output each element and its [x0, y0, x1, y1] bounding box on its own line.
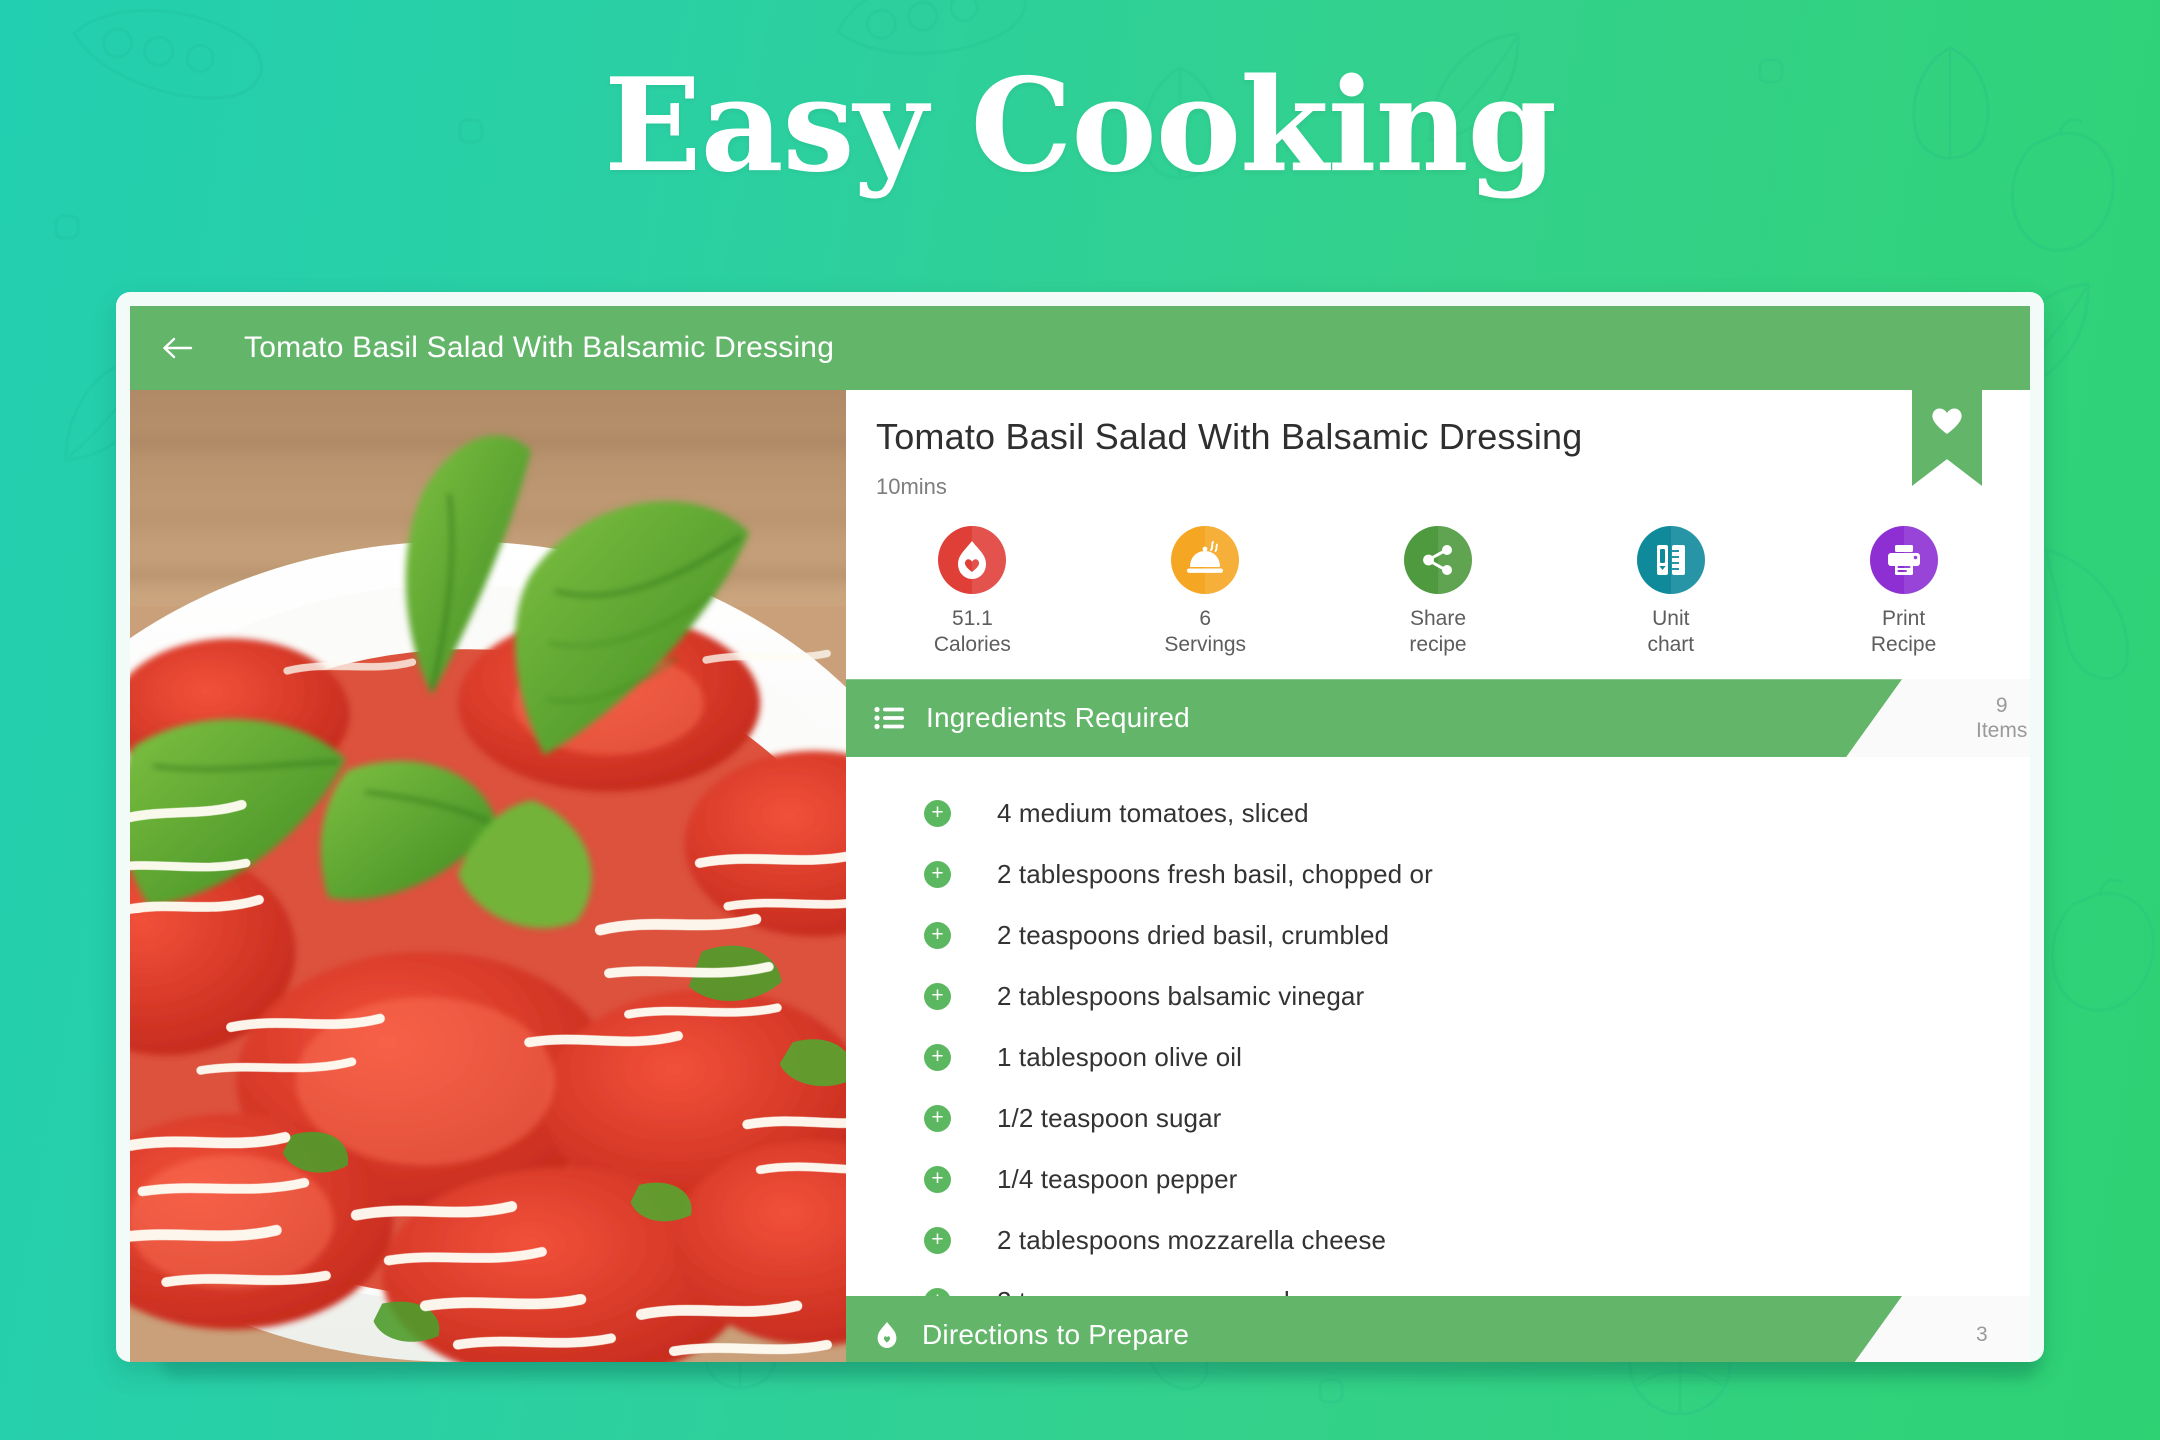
ingredient-row[interactable]: + 2 tablespoons balsamic vinegar: [846, 966, 2030, 1027]
ingredients-count-number: 9: [1995, 693, 2008, 717]
directions-banner-shape: Directions to Prepare: [846, 1296, 1902, 1362]
ingredient-text: 2 tablespoons mozzarella cheese: [997, 1225, 1386, 1256]
ingredient-row[interactable]: + 4 medium tomatoes, sliced: [846, 783, 2030, 844]
heart-icon: [1932, 408, 1962, 434]
ruler-icon: [1656, 545, 1685, 575]
app-screen: Tomato Basil Salad With Balsamic Dressin…: [130, 306, 2030, 1362]
stat-print[interactable]: Print Recipe: [1787, 526, 2020, 657]
ingredients-section-banner[interactable]: Ingredients Required 9 Items: [846, 679, 2030, 758]
ingredient-text: 2 tablespoons balsamic vinegar: [997, 981, 1365, 1012]
plus-icon[interactable]: +: [924, 983, 951, 1011]
ruler-icon-wrap: [1636, 526, 1705, 594]
app-bar: Tomato Basil Salad With Balsamic Dressin…: [130, 306, 2030, 390]
ingredient-row[interactable]: + 1/2 teaspoon sugar: [846, 1088, 2030, 1149]
recipe-title: Tomato Basil Salad With Balsamic Dressin…: [876, 416, 1583, 457]
plus-icon[interactable]: +: [924, 922, 951, 950]
ingredient-text: 1/2 teaspoon sugar: [997, 1103, 1222, 1134]
recipe-photo: [130, 390, 846, 1362]
flame-heart-icon-wrap: [938, 526, 1007, 594]
ingredient-text: 2 teaspoons dried basil, crumbled: [997, 920, 1390, 951]
stat-share-value: Share: [1409, 607, 1467, 630]
plus-icon[interactable]: +: [924, 1105, 951, 1133]
stat-share[interactable]: Share recipe: [1322, 526, 1555, 657]
recipe-detail-pane: Tomato Basil Salad With Balsamic Dressin…: [846, 390, 2030, 1362]
recipe-time: 10mins: [876, 474, 947, 499]
ingredient-list: + 4 medium tomatoes, sliced + 2 tablespo…: [846, 757, 2030, 1332]
back-button[interactable]: [156, 326, 200, 370]
stat-print-value: Print: [1881, 607, 1926, 630]
directions-banner-title: Directions to Prepare: [922, 1319, 1190, 1350]
recipe-photo-illustration: [130, 390, 846, 1362]
flame-icon: [874, 1321, 900, 1349]
app-bar-title: Tomato Basil Salad With Balsamic Dressin…: [244, 331, 835, 364]
recipe-header: Tomato Basil Salad With Balsamic Dressin…: [846, 390, 2030, 500]
stat-share-label: recipe: [1409, 632, 1467, 656]
directions-count: 3: [1976, 1296, 1988, 1362]
plus-icon[interactable]: +: [924, 861, 951, 889]
favorite-ribbon-button[interactable]: [1912, 390, 1982, 486]
stat-unit-chart-label: chart: [1647, 632, 1695, 656]
stat-calories[interactable]: 51.1 Calories: [856, 526, 1089, 657]
ingredient-text: 1/4 teaspoon pepper: [997, 1164, 1238, 1195]
directions-section-banner[interactable]: Directions to Prepare 3: [846, 1296, 2030, 1362]
directions-count-number: 3: [1976, 1323, 1988, 1347]
device-frame: Tomato Basil Salad With Balsamic Dressin…: [116, 292, 2044, 1362]
ingredient-row[interactable]: + 1/4 teaspoon pepper: [846, 1149, 2030, 1210]
flame-heart-icon: [958, 541, 987, 579]
stat-print-label: Recipe: [1870, 632, 1937, 656]
ingredients-banner-title: Ingredients Required: [926, 702, 1190, 734]
stat-servings-label: Servings: [1164, 632, 1247, 656]
stat-unit-chart-value: Unit: [1652, 607, 1690, 630]
list-icon: [874, 706, 904, 730]
plus-icon[interactable]: +: [924, 800, 951, 828]
ingredient-text: 4 medium tomatoes, sliced: [997, 798, 1309, 829]
ingredient-text: 1 tablespoon olive oil: [997, 1042, 1243, 1073]
plus-icon[interactable]: +: [924, 1166, 951, 1194]
share-icon-wrap: [1403, 526, 1472, 594]
stat-servings-value: 6: [1199, 607, 1212, 630]
stat-calories-value: 51.1: [951, 607, 993, 630]
plus-icon[interactable]: +: [924, 1044, 951, 1072]
ingredient-row[interactable]: + 2 tablespoons fresh basil, chopped or: [846, 844, 2030, 905]
page-title: Easy Cooking: [604, 51, 1557, 201]
ingredients-count-unit: Items: [1976, 719, 2028, 743]
ingredients-count: 9 Items: [1976, 679, 2027, 757]
arrow-left-icon: [163, 337, 193, 359]
stat-unit-chart[interactable]: Unit chart: [1554, 526, 1787, 657]
cloche-icon: [1187, 541, 1224, 573]
stat-servings[interactable]: 6 Servings: [1089, 526, 1322, 657]
ingredient-row[interactable]: + 1 tablespoon olive oil: [846, 1027, 2030, 1088]
stat-calories-label: Calories: [933, 632, 1011, 656]
ingredients-banner-shape: Ingredients Required: [846, 679, 1902, 757]
ingredient-row[interactable]: + 2 tablespoons mozzarella cheese: [846, 1210, 2030, 1271]
content-area: Tomato Basil Salad With Balsamic Dressin…: [130, 390, 2030, 1362]
printer-icon-wrap: [1869, 526, 1938, 594]
ingredient-text: 2 tablespoons fresh basil, chopped or: [997, 859, 1433, 890]
plus-icon[interactable]: +: [924, 1227, 951, 1255]
printer-icon: [1887, 545, 1920, 575]
share-icon: [1423, 545, 1452, 575]
recipe-stats-row: 51.1 Calories 6 Servings Share recipe Un…: [846, 500, 2030, 679]
cloche-icon-wrap: [1171, 526, 1240, 594]
ingredient-row[interactable]: + 2 teaspoons dried basil, crumbled: [846, 905, 2030, 966]
